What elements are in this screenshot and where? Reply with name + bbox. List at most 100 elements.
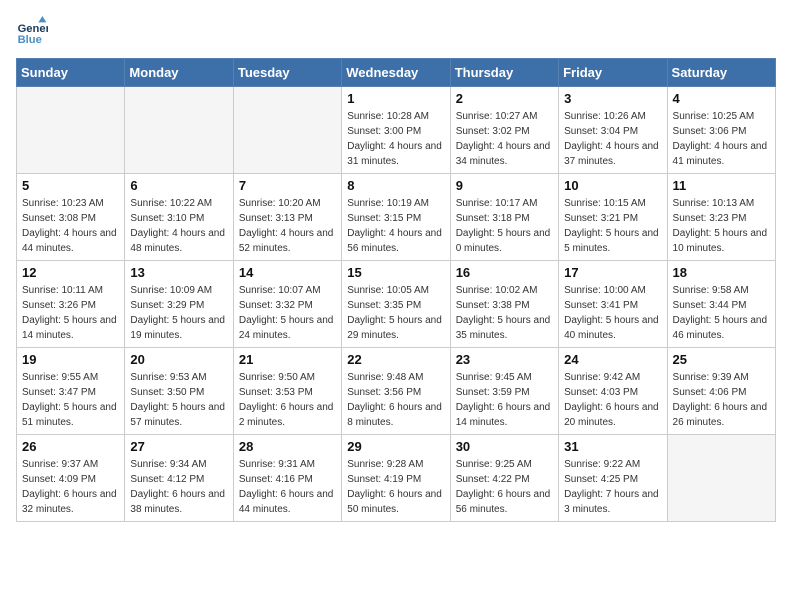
day-cell: 18 Sunrise: 9:58 AMSunset: 3:44 PMDayligh… <box>667 261 775 348</box>
day-info: Sunrise: 9:48 AMSunset: 3:56 PMDaylight:… <box>347 370 444 430</box>
day-info: Sunrise: 10:07 AMSunset: 3:32 PMDaylight… <box>239 283 336 343</box>
week-row-2: 5 Sunrise: 10:23 AMSunset: 3:08 PMDayligh… <box>17 174 776 261</box>
day-info: Sunrise: 9:25 AMSunset: 4:22 PMDaylight:… <box>456 457 553 517</box>
day-number: 5 <box>22 178 119 193</box>
weekday-header-friday: Friday <box>559 59 667 87</box>
day-info: Sunrise: 10:20 AMSunset: 3:13 PMDaylight… <box>239 196 336 256</box>
day-number: 7 <box>239 178 336 193</box>
week-row-5: 26 Sunrise: 9:37 AMSunset: 4:09 PMDayligh… <box>17 435 776 522</box>
weekday-header-tuesday: Tuesday <box>233 59 341 87</box>
day-cell: 1 Sunrise: 10:28 AMSunset: 3:00 PMDayligh… <box>342 87 450 174</box>
day-info: Sunrise: 10:15 AMSunset: 3:21 PMDaylight… <box>564 196 661 256</box>
day-cell: 3 Sunrise: 10:26 AMSunset: 3:04 PMDayligh… <box>559 87 667 174</box>
day-cell: 24 Sunrise: 9:42 AMSunset: 4:03 PMDayligh… <box>559 348 667 435</box>
weekday-header-row: SundayMondayTuesdayWednesdayThursdayFrid… <box>17 59 776 87</box>
day-number: 21 <box>239 352 336 367</box>
header: General Blue <box>16 16 776 48</box>
day-cell: 11 Sunrise: 10:13 AMSunset: 3:23 PMDaylig… <box>667 174 775 261</box>
day-cell: 31 Sunrise: 9:22 AMSunset: 4:25 PMDayligh… <box>559 435 667 522</box>
day-info: Sunrise: 9:55 AMSunset: 3:47 PMDaylight:… <box>22 370 119 430</box>
day-cell: 22 Sunrise: 9:48 AMSunset: 3:56 PMDayligh… <box>342 348 450 435</box>
calendar: SundayMondayTuesdayWednesdayThursdayFrid… <box>16 58 776 522</box>
day-info: Sunrise: 9:45 AMSunset: 3:59 PMDaylight:… <box>456 370 553 430</box>
day-info: Sunrise: 9:28 AMSunset: 4:19 PMDaylight:… <box>347 457 444 517</box>
day-info: Sunrise: 9:31 AMSunset: 4:16 PMDaylight:… <box>239 457 336 517</box>
weekday-header-saturday: Saturday <box>667 59 775 87</box>
day-cell: 15 Sunrise: 10:05 AMSunset: 3:35 PMDaylig… <box>342 261 450 348</box>
day-number: 2 <box>456 91 553 106</box>
day-number: 9 <box>456 178 553 193</box>
week-row-3: 12Sunrise: 10:11 AMSunset: 3:26 PMDaylig… <box>17 261 776 348</box>
day-number: 19 <box>22 352 119 367</box>
day-cell: 12Sunrise: 10:11 AMSunset: 3:26 PMDaylig… <box>17 261 125 348</box>
day-cell: 26 Sunrise: 9:37 AMSunset: 4:09 PMDayligh… <box>17 435 125 522</box>
day-cell: 13 Sunrise: 10:09 AMSunset: 3:29 PMDaylig… <box>125 261 233 348</box>
day-info: Sunrise: 10:02 AMSunset: 3:38 PMDaylight… <box>456 283 553 343</box>
day-number: 11 <box>673 178 770 193</box>
day-cell: 9 Sunrise: 10:17 AMSunset: 3:18 PMDayligh… <box>450 174 558 261</box>
day-cell: 21Sunrise: 9:50 AMSunset: 3:53 PMDayligh… <box>233 348 341 435</box>
day-number: 8 <box>347 178 444 193</box>
day-cell: 20 Sunrise: 9:53 AMSunset: 3:50 PMDayligh… <box>125 348 233 435</box>
day-info: Sunrise: 10:27 AMSunset: 3:02 PMDaylight… <box>456 109 553 169</box>
day-cell: 28 Sunrise: 9:31 AMSunset: 4:16 PMDayligh… <box>233 435 341 522</box>
day-number: 26 <box>22 439 119 454</box>
day-number: 13 <box>130 265 227 280</box>
day-number: 18 <box>673 265 770 280</box>
day-cell: 5 Sunrise: 10:23 AMSunset: 3:08 PMDayligh… <box>17 174 125 261</box>
day-info: Sunrise: 9:58 AMSunset: 3:44 PMDaylight:… <box>673 283 770 343</box>
day-number: 16 <box>456 265 553 280</box>
day-info: Sunrise: 10:25 AMSunset: 3:06 PMDaylight… <box>673 109 770 169</box>
day-number: 29 <box>347 439 444 454</box>
day-info: Sunrise: 10:22 AMSunset: 3:10 PMDaylight… <box>130 196 227 256</box>
day-info: Sunrise: 10:28 AMSunset: 3:00 PMDaylight… <box>347 109 444 169</box>
svg-text:General: General <box>18 23 48 35</box>
day-info: Sunrise: 10:00 AMSunset: 3:41 PMDaylight… <box>564 283 661 343</box>
day-number: 10 <box>564 178 661 193</box>
day-number: 22 <box>347 352 444 367</box>
weekday-header-wednesday: Wednesday <box>342 59 450 87</box>
day-cell: 8 Sunrise: 10:19 AMSunset: 3:15 PMDayligh… <box>342 174 450 261</box>
day-info: Sunrise: 10:09 AMSunset: 3:29 PMDaylight… <box>130 283 227 343</box>
logo: General Blue <box>16 16 52 48</box>
day-number: 1 <box>347 91 444 106</box>
day-number: 27 <box>130 439 227 454</box>
day-info: Sunrise: 10:05 AMSunset: 3:35 PMDaylight… <box>347 283 444 343</box>
weekday-header-sunday: Sunday <box>17 59 125 87</box>
day-info: Sunrise: 10:26 AMSunset: 3:04 PMDaylight… <box>564 109 661 169</box>
day-number: 14 <box>239 265 336 280</box>
day-info: Sunrise: 9:22 AMSunset: 4:25 PMDaylight:… <box>564 457 661 517</box>
day-number: 12 <box>22 265 119 280</box>
day-cell <box>233 87 341 174</box>
day-cell: 19 Sunrise: 9:55 AMSunset: 3:47 PMDayligh… <box>17 348 125 435</box>
weekday-header-thursday: Thursday <box>450 59 558 87</box>
day-cell: 2 Sunrise: 10:27 AMSunset: 3:02 PMDayligh… <box>450 87 558 174</box>
day-number: 15 <box>347 265 444 280</box>
day-cell: 7 Sunrise: 10:20 AMSunset: 3:13 PMDayligh… <box>233 174 341 261</box>
day-info: Sunrise: 10:13 AMSunset: 3:23 PMDaylight… <box>673 196 770 256</box>
week-row-4: 19 Sunrise: 9:55 AMSunset: 3:47 PMDayligh… <box>17 348 776 435</box>
day-number: 17 <box>564 265 661 280</box>
day-info: Sunrise: 10:19 AMSunset: 3:15 PMDaylight… <box>347 196 444 256</box>
day-cell: 30Sunrise: 9:25 AMSunset: 4:22 PMDayligh… <box>450 435 558 522</box>
day-number: 31 <box>564 439 661 454</box>
day-info: Sunrise: 9:53 AMSunset: 3:50 PMDaylight:… <box>130 370 227 430</box>
day-cell: 23Sunrise: 9:45 AMSunset: 3:59 PMDayligh… <box>450 348 558 435</box>
svg-text:Blue: Blue <box>18 34 42 46</box>
logo-icon: General Blue <box>16 16 48 48</box>
day-info: Sunrise: 10:23 AMSunset: 3:08 PMDaylight… <box>22 196 119 256</box>
day-number: 28 <box>239 439 336 454</box>
day-number: 3 <box>564 91 661 106</box>
day-info: Sunrise: 9:42 AMSunset: 4:03 PMDaylight:… <box>564 370 661 430</box>
day-info: Sunrise: 9:37 AMSunset: 4:09 PMDaylight:… <box>22 457 119 517</box>
day-number: 20 <box>130 352 227 367</box>
day-info: Sunrise: 9:34 AMSunset: 4:12 PMDaylight:… <box>130 457 227 517</box>
day-cell: 29 Sunrise: 9:28 AMSunset: 4:19 PMDayligh… <box>342 435 450 522</box>
day-number: 25 <box>673 352 770 367</box>
weekday-header-monday: Monday <box>125 59 233 87</box>
day-number: 24 <box>564 352 661 367</box>
day-info: Sunrise: 9:39 AMSunset: 4:06 PMDaylight:… <box>673 370 770 430</box>
day-cell: 14 Sunrise: 10:07 AMSunset: 3:32 PMDaylig… <box>233 261 341 348</box>
day-info: Sunrise: 10:17 AMSunset: 3:18 PMDaylight… <box>456 196 553 256</box>
day-cell: 6Sunrise: 10:22 AMSunset: 3:10 PMDayligh… <box>125 174 233 261</box>
